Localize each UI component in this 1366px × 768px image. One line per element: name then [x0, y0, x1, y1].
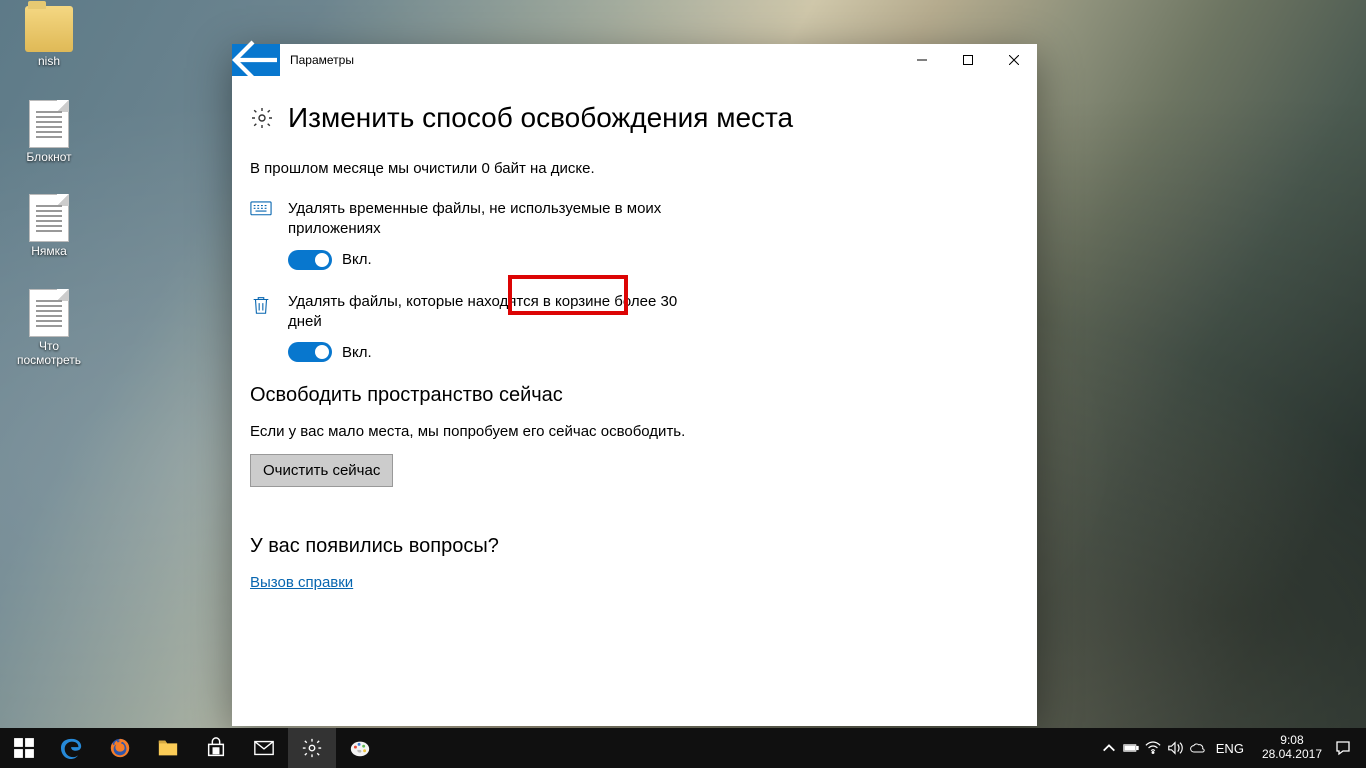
desktop-icon-label: Блокнот: [12, 150, 86, 164]
clock-time: 9:08: [1262, 734, 1322, 748]
wifi-icon[interactable]: [1144, 739, 1162, 757]
setting-recycle-bin: Удалять файлы, которые находятся в корзи…: [250, 292, 1019, 363]
taskbar-edge[interactable]: [48, 728, 96, 768]
start-button[interactable]: [0, 728, 48, 768]
gear-icon: [250, 106, 274, 130]
toggle-recycle-bin[interactable]: [288, 342, 332, 362]
document-icon: [29, 100, 69, 148]
cleanup-status: В прошлом месяце мы очистили 0 байт на д…: [250, 160, 1019, 177]
free-space-text: Если у вас мало места, мы попробуем его …: [250, 423, 1019, 440]
desktop-icon-label: nish: [12, 54, 86, 68]
window-title: Параметры: [280, 44, 364, 76]
taskbar-firefox[interactable]: [96, 728, 144, 768]
document-icon: [29, 194, 69, 242]
desktop-icon-label: Что посмотреть: [12, 339, 86, 367]
taskbar-store[interactable]: [192, 728, 240, 768]
clock[interactable]: 9:08 28.04.2017: [1254, 734, 1330, 762]
clean-now-button[interactable]: Очистить сейчас: [250, 454, 393, 487]
toggle-state-label: Вкл.: [342, 251, 372, 268]
desktop-doc-bloknot[interactable]: Блокнот: [12, 100, 86, 164]
titlebar: Параметры: [232, 44, 1037, 76]
setting-temp-files: Удалять временные файлы, не используемые…: [250, 199, 1019, 270]
language-indicator[interactable]: ENG: [1210, 741, 1250, 756]
setting-label: Удалять временные файлы, не используемые…: [288, 199, 688, 240]
desktop-folder-nish[interactable]: nish: [12, 6, 86, 68]
keyboard-icon: [250, 201, 272, 223]
desktop: nish Блокнот Нямка Что посмотреть Параме…: [0, 0, 1366, 768]
toggle-state-label: Вкл.: [342, 344, 372, 361]
document-icon: [29, 289, 69, 337]
close-button[interactable]: [991, 44, 1037, 76]
page-heading: Изменить способ освобождения места: [288, 102, 793, 134]
maximize-button[interactable]: [945, 44, 991, 76]
system-tray: ENG 9:08 28.04.2017: [1100, 728, 1366, 768]
taskbar-paint[interactable]: [336, 728, 384, 768]
desktop-icon-label: Нямка: [12, 244, 86, 258]
action-center-icon[interactable]: [1334, 739, 1352, 757]
window-content: Изменить способ освобождения места В про…: [232, 76, 1037, 726]
taskbar-file-explorer[interactable]: [144, 728, 192, 768]
clock-date: 28.04.2017: [1262, 748, 1322, 762]
onedrive-icon[interactable]: [1188, 739, 1206, 757]
setting-label: Удалять файлы, которые находятся в корзи…: [288, 292, 688, 333]
volume-icon[interactable]: [1166, 739, 1184, 757]
back-button[interactable]: [232, 44, 280, 76]
tray-chevron-up-icon[interactable]: [1100, 739, 1118, 757]
taskbar: ENG 9:08 28.04.2017: [0, 728, 1366, 768]
battery-icon[interactable]: [1122, 739, 1140, 757]
desktop-doc-chtoposmotret[interactable]: Что посмотреть: [12, 289, 86, 367]
folder-icon: [25, 6, 73, 52]
taskbar-mail[interactable]: [240, 728, 288, 768]
desktop-doc-nyamka[interactable]: Нямка: [12, 194, 86, 258]
minimize-button[interactable]: [899, 44, 945, 76]
settings-window: Параметры Изменить способ освобождения м…: [232, 44, 1037, 726]
taskbar-settings[interactable]: [288, 728, 336, 768]
trash-icon: [250, 294, 272, 316]
help-heading: У вас появились вопросы?: [250, 535, 1019, 558]
help-link[interactable]: Вызов справки: [250, 574, 353, 591]
free-space-heading: Освободить пространство сейчас: [250, 384, 1019, 407]
toggle-temp-files[interactable]: [288, 250, 332, 270]
